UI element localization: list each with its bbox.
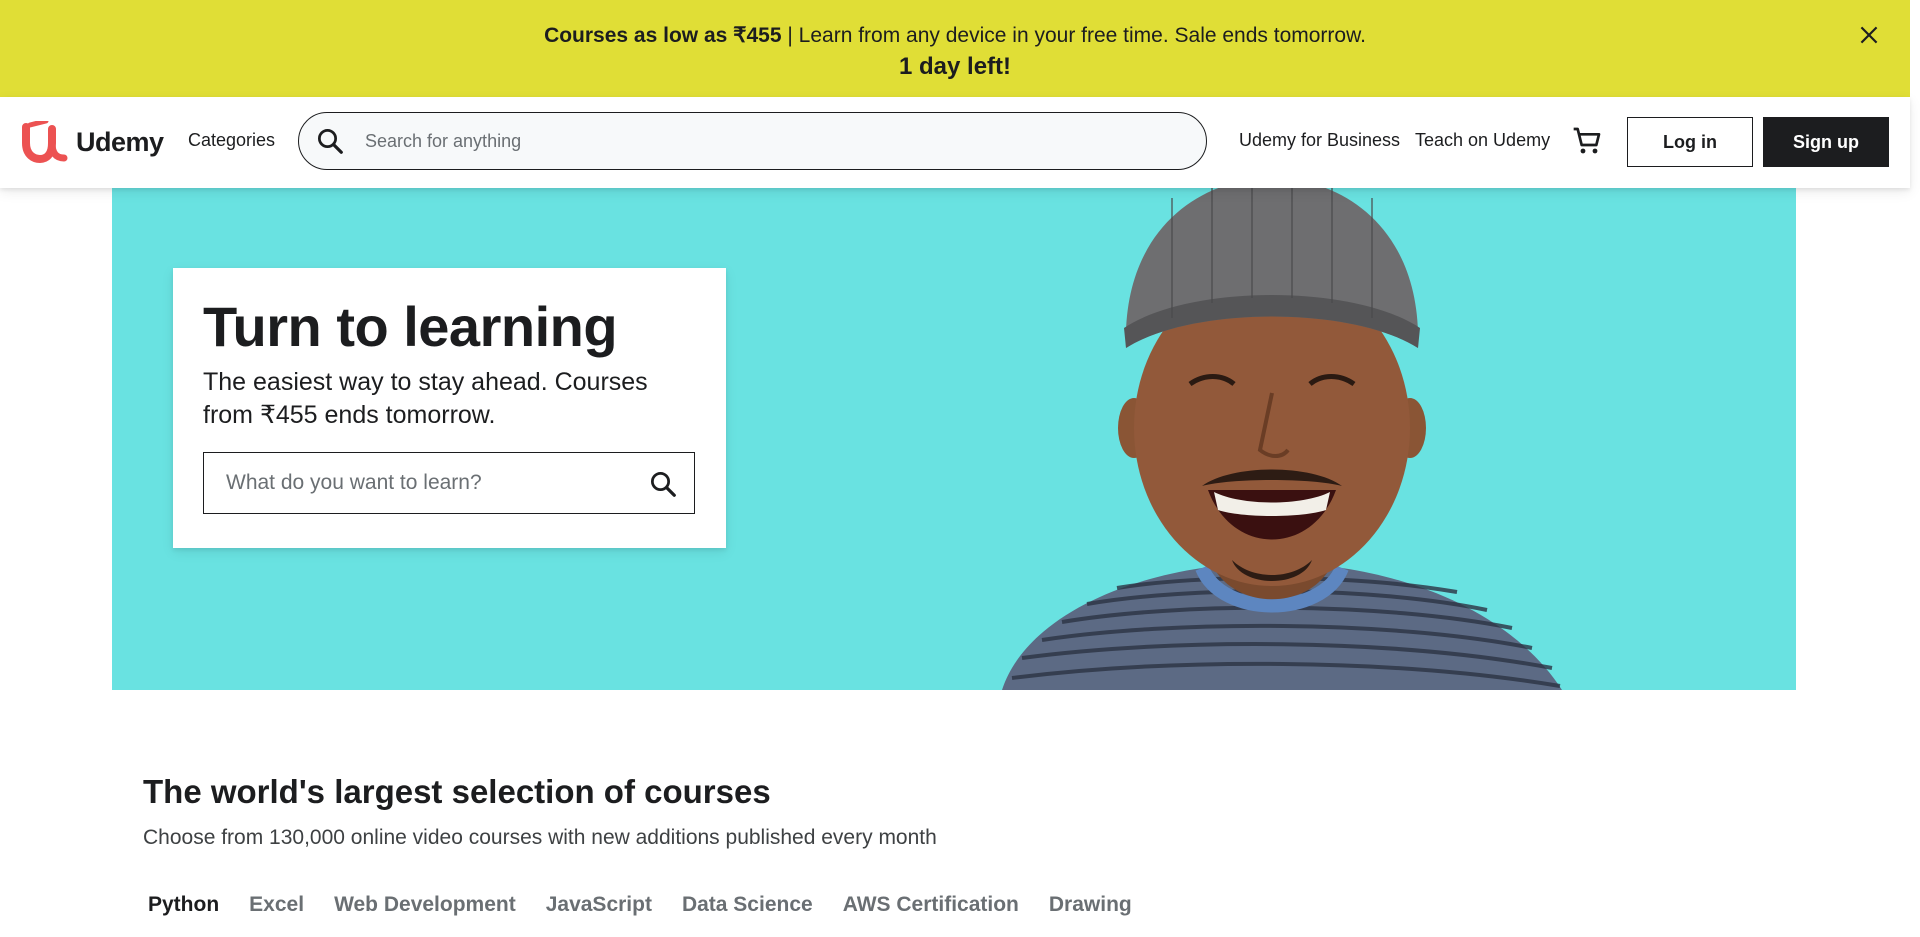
signup-button[interactable]: Sign up <box>1763 117 1889 167</box>
promo-detail-text: | Learn from any device in your free tim… <box>781 24 1366 47</box>
hero-title: Turn to learning <box>203 295 618 358</box>
hero-search-box <box>203 452 695 514</box>
categories-menu[interactable]: Categories <box>188 130 275 151</box>
promo-countdown: 1 day left! <box>898 53 1012 80</box>
hero-search-input[interactable] <box>224 470 628 496</box>
tab-web-development[interactable]: Web Development <box>334 893 516 917</box>
tab-aws-certification[interactable]: AWS Certification <box>843 893 1019 917</box>
logo-text: Udemy <box>76 126 164 157</box>
udemy-logo-icon <box>22 121 68 163</box>
tab-javascript[interactable]: JavaScript <box>546 893 652 917</box>
header-search-bar <box>298 112 1207 170</box>
teach-on-udemy-link[interactable]: Teach on Udemy <box>1415 130 1550 151</box>
course-category-tabs: Python Excel Web Development JavaScript … <box>148 893 1162 917</box>
tab-data-science[interactable]: Data Science <box>682 893 813 917</box>
header-search-input[interactable] <box>363 129 1167 153</box>
section-subtitle: Choose from 130,000 online video courses… <box>143 826 937 849</box>
hero-subtitle: The easiest way to stay ahead. Courses f… <box>203 368 648 429</box>
shopping-cart-icon[interactable] <box>1571 125 1603 157</box>
close-icon[interactable] <box>1856 22 1882 48</box>
section-title: The world's largest selection of courses <box>143 773 771 810</box>
tab-python[interactable]: Python <box>148 893 219 917</box>
search-icon[interactable] <box>315 126 345 156</box>
udemy-business-link[interactable]: Udemy for Business <box>1239 130 1400 151</box>
promo-text: Courses as low as ₹455 | Learn from any … <box>0 20 1910 51</box>
tab-drawing[interactable]: Drawing <box>1049 893 1132 917</box>
hero-card: Turn to learning The easiest way to stay… <box>173 268 726 548</box>
smiling-man-photo <box>1002 188 1562 690</box>
tab-excel[interactable]: Excel <box>249 893 304 917</box>
search-icon[interactable] <box>648 469 678 499</box>
login-button[interactable]: Log in <box>1627 117 1753 167</box>
promo-banner: Courses as low as ₹455 | Learn from any … <box>0 0 1910 97</box>
promo-bold-text: Courses as low as ₹455 <box>544 24 782 47</box>
site-header: Udemy Categories Udemy for Business Teac… <box>0 97 1910 188</box>
udemy-logo[interactable]: Udemy <box>20 121 164 163</box>
